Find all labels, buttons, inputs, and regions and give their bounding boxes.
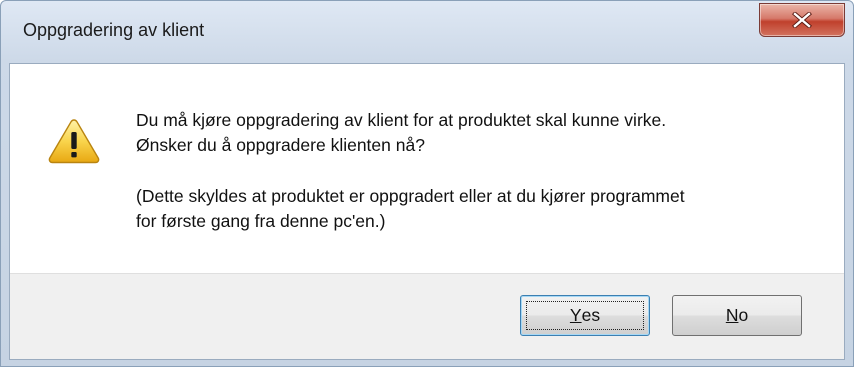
warning-icon [48,119,100,164]
detail-line: (Dette skyldes at produktet er oppgrader… [136,186,685,206]
close-button[interactable] [759,3,845,37]
no-mnemonic: N [725,305,739,325]
dialog-window: Oppgradering av klient Du må kjøre oppgr… [0,0,854,367]
yes-button[interactable]: Yes [520,295,650,336]
yes-mnemonic: Y [569,305,582,325]
yes-label-rest: es [581,305,601,325]
close-x-icon [792,12,812,28]
no-button[interactable]: No [672,295,802,336]
dialog-message: Du må kjøre oppgradering av klient for a… [136,108,816,234]
message-line: Ønsker du å oppgradere klienten nå? [136,135,425,155]
dialog-client-area: Du må kjøre oppgradering av klient for a… [9,63,845,360]
no-label-rest: o [738,305,749,325]
detail-line: for første gang fra denne pc'en.) [136,211,386,231]
title-bar[interactable]: Oppgradering av klient [1,1,853,63]
message-area: Du må kjøre oppgradering av klient for a… [10,64,844,273]
window-title: Oppgradering av klient [23,20,205,40]
message-line: Du må kjøre oppgradering av klient for a… [136,110,667,130]
